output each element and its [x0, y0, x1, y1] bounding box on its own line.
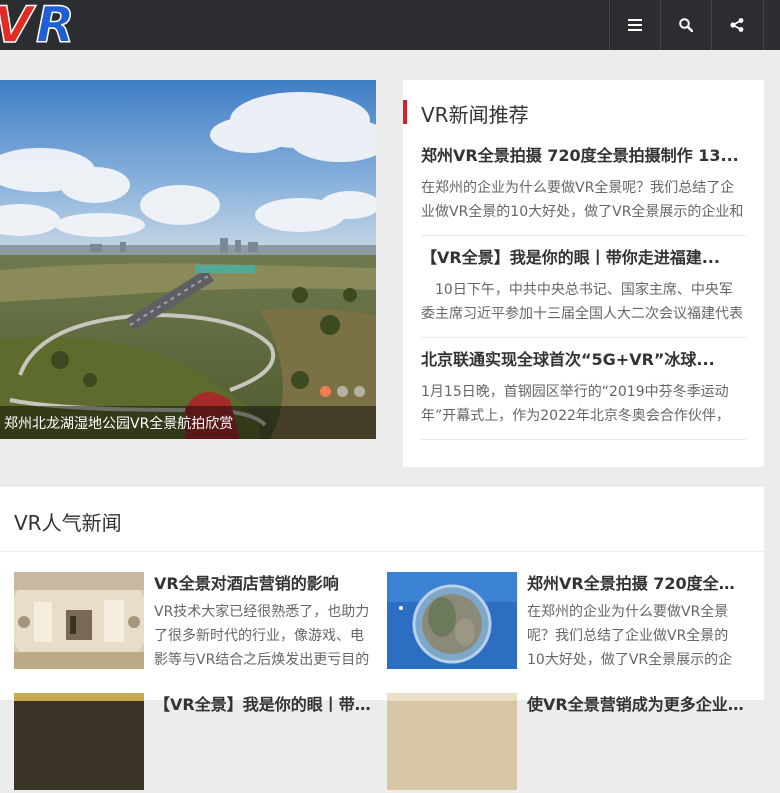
- site-logo[interactable]: V R: [0, 0, 104, 44]
- carousel-slide-image: [0, 80, 376, 439]
- section-accent-bar: [403, 100, 407, 124]
- news-item-title[interactable]: 【VR全景】我是你的眼丨带你走进福建...: [421, 246, 746, 270]
- news-item[interactable]: 郑州VR全景拍摄 720度全景拍摄制作 13... 在郑州的企业为什么要做VR全…: [421, 144, 746, 236]
- menu-button[interactable]: [609, 0, 660, 50]
- news-thumbnail[interactable]: [14, 693, 144, 790]
- news-item-title[interactable]: 郑州VR全景拍摄 720度全景拍摄制作 13...: [421, 144, 746, 168]
- news-item-title[interactable]: VR全景对酒店营销的影响: [154, 572, 374, 596]
- news-thumbnail[interactable]: [387, 693, 517, 790]
- news-item-summary: 在郑州的企业为什么要做VR全景呢？我们总结了企业做VR全景的10大好处，做了VR…: [527, 604, 733, 668]
- carousel-dot-3[interactable]: [354, 386, 365, 397]
- search-icon: [679, 18, 693, 32]
- news-item-summary: 10日下午，中共中央总书记、国家主席、中央军委主席习近平参加十三届全国人大二次会…: [421, 282, 743, 322]
- search-button[interactable]: [660, 0, 711, 50]
- popular-news-card[interactable]: 使VR全景营销成为更多企业的选择: [387, 693, 747, 793]
- news-item-title[interactable]: 【VR全景】我是你的眼丨带你走进福建...: [154, 693, 374, 717]
- news-item[interactable]: 北京联通实现全球首次“5G+VR”冰球... 1月15日晚，首钢园区举行的“20…: [421, 348, 746, 440]
- news-item-title[interactable]: 北京联通实现全球首次“5G+VR”冰球...: [421, 348, 746, 372]
- carousel-caption[interactable]: 郑州北龙湖湿地公园VR全景航拍欣赏: [4, 413, 233, 433]
- popular-news-card[interactable]: VR全景对酒店营销的影响 VR技术大家已经很熟悉了，也助力了很多新时代的行业，像…: [14, 572, 374, 672]
- navbar-edge: [763, 0, 780, 50]
- menu-icon: [628, 19, 642, 31]
- divider: [0, 551, 764, 552]
- news-item-summary: 在郑州的企业为什么要做VR全景呢？我们总结了企业做VR全景的10大好处，做了VR…: [421, 180, 744, 220]
- news-item-title[interactable]: 郑州VR全景拍摄 720度全景拍摄制作 13...: [527, 572, 747, 596]
- news-item-summary: 1月15日晚，首钢园区举行的“2019中芬冬季运动年”开幕式上，作为2022年北…: [421, 384, 730, 424]
- news-thumbnail[interactable]: [387, 572, 517, 669]
- news-item-summary: VR技术大家已经很熟悉了，也助力了很多新时代的行业，像游戏、电影等与VR结合之后…: [154, 604, 370, 668]
- section-title: VR新闻推荐: [421, 103, 529, 127]
- carousel-dot-2[interactable]: [337, 386, 348, 397]
- share-button[interactable]: [711, 0, 762, 50]
- featured-carousel[interactable]: 郑州北龙湖湿地公园VR全景航拍欣赏: [0, 80, 376, 439]
- popular-news-card[interactable]: 郑州VR全景拍摄 720度全景拍摄制作 13... 在郑州的企业为什么要做VR全…: [387, 572, 747, 672]
- carousel-dot-1[interactable]: [320, 386, 331, 397]
- news-item[interactable]: 【VR全景】我是你的眼丨带你走进福建... 10日下午，中共中央总书记、国家主席…: [421, 246, 746, 338]
- popular-news-card[interactable]: 【VR全景】我是你的眼丨带你走进福建...: [14, 693, 374, 793]
- top-navbar: V R: [0, 0, 780, 50]
- news-item-title[interactable]: 使VR全景营销成为更多企业的选择: [527, 693, 747, 717]
- news-thumbnail[interactable]: [14, 572, 144, 669]
- svg-text:V: V: [0, 0, 36, 44]
- svg-text:R: R: [36, 0, 75, 44]
- popular-news-panel: VR人气新闻 VR全景对酒店营销的影响 VR技术大家已经很熟悉了，也助力了很多新…: [0, 487, 764, 790]
- recommended-news-panel: VR新闻推荐 郑州VR全景拍摄 720度全景拍摄制作 13... 在郑州的企业为…: [403, 80, 764, 467]
- share-icon: [730, 18, 744, 32]
- section-title: VR人气新闻: [14, 511, 122, 535]
